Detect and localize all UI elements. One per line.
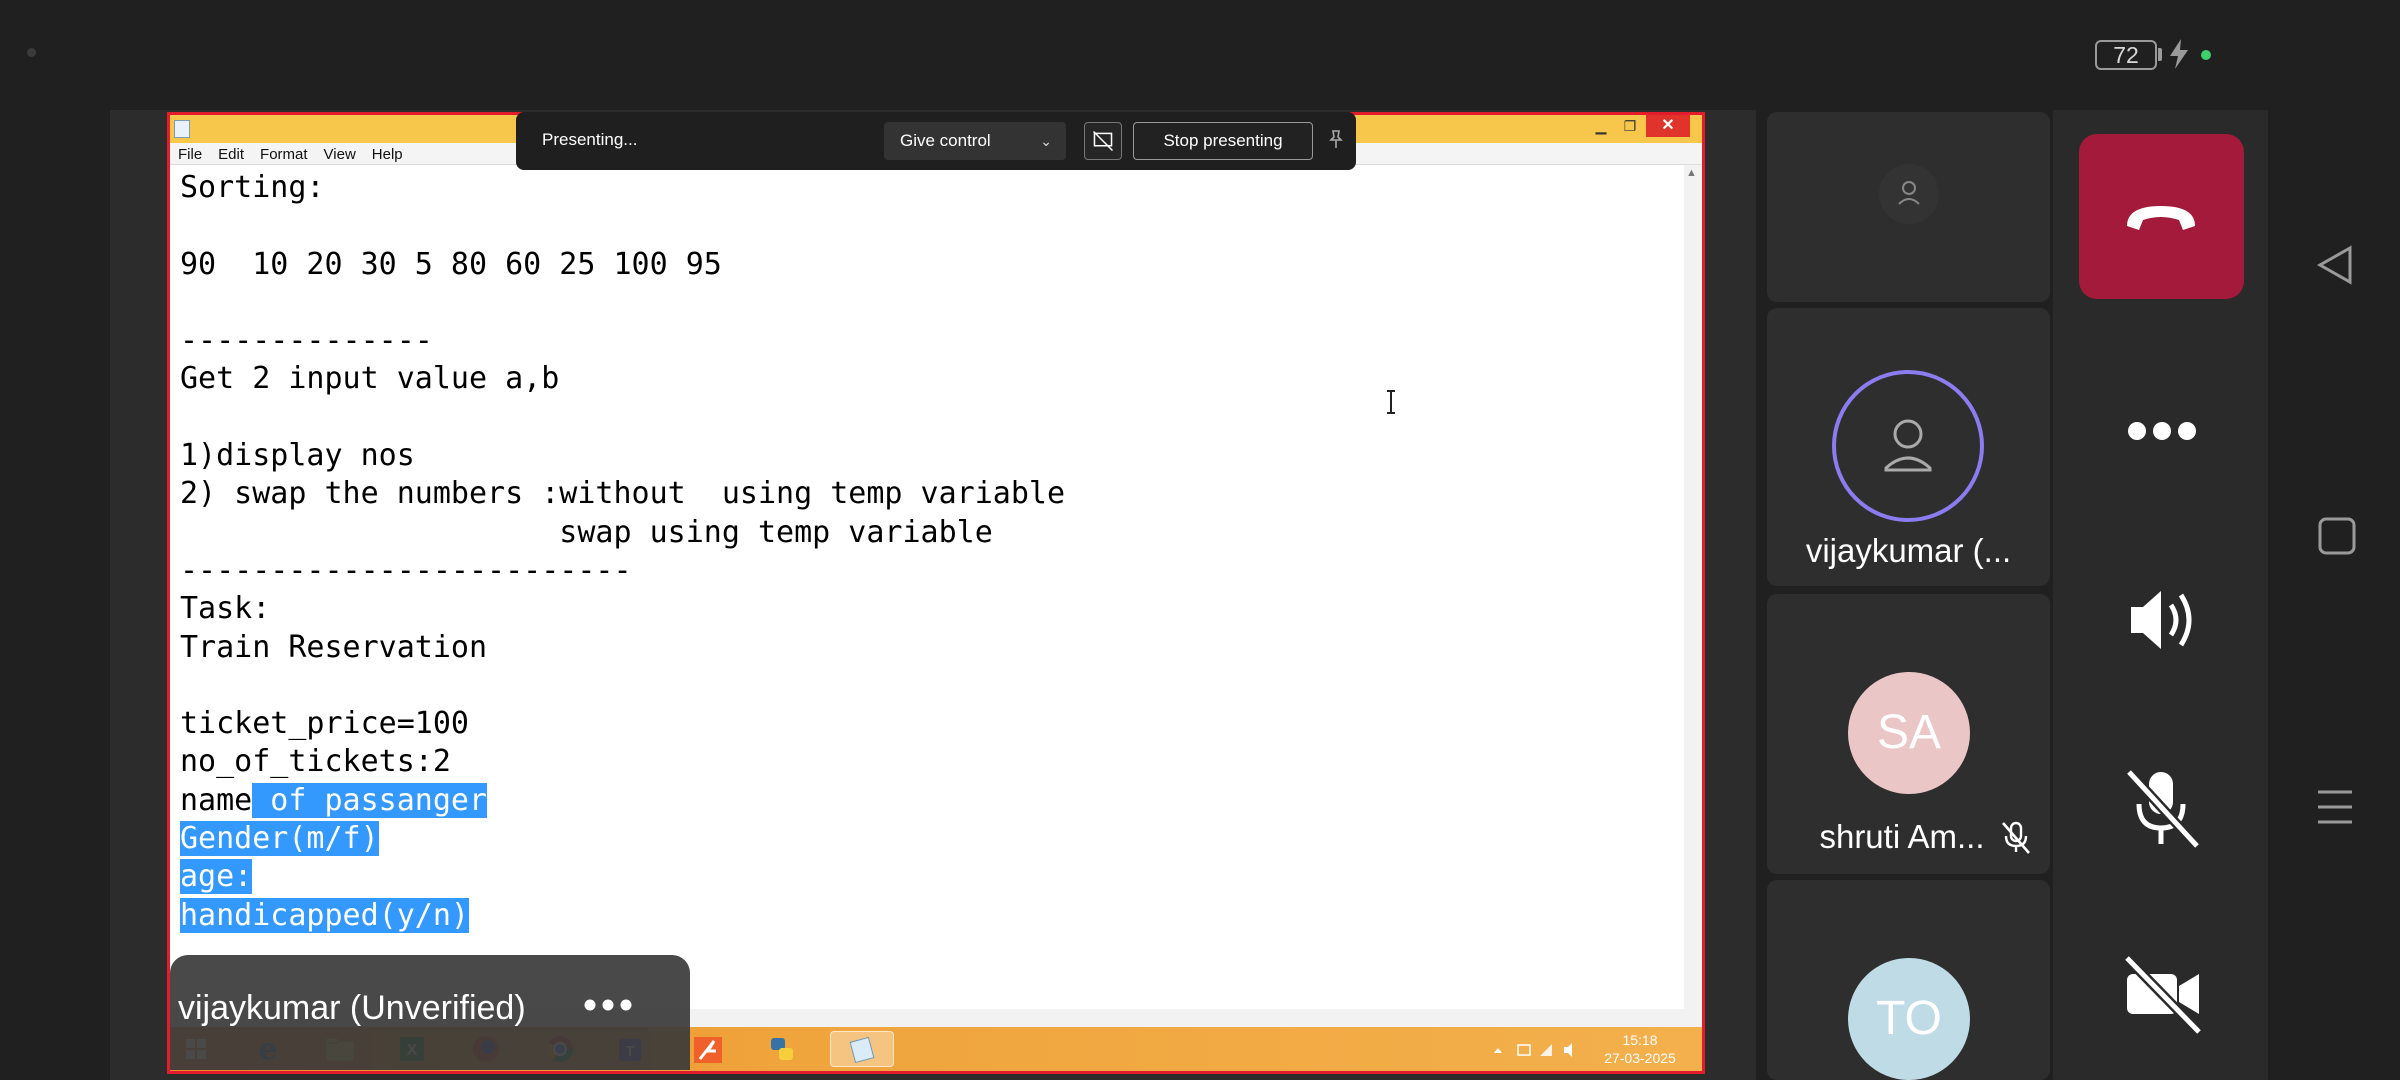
avatar bbox=[1879, 164, 1939, 224]
text-line bbox=[180, 284, 1660, 322]
python-icon[interactable] bbox=[762, 1031, 802, 1067]
text-cursor-icon bbox=[1387, 390, 1395, 414]
nav-back-icon[interactable] bbox=[2300, 240, 2370, 290]
camera-off-icon[interactable] bbox=[2079, 910, 2244, 1075]
pin-toolbar-icon[interactable] bbox=[1324, 128, 1348, 152]
menu-format[interactable]: Format bbox=[252, 143, 316, 165]
text-line bbox=[180, 207, 1660, 245]
nav-recents-icon[interactable] bbox=[2300, 782, 2370, 832]
initials-avatar: TO bbox=[1848, 958, 1970, 1080]
tray-icons[interactable] bbox=[1490, 1042, 1590, 1058]
menu-file[interactable]: File bbox=[170, 143, 210, 165]
text-line: 2) swap the numbers :without using temp … bbox=[180, 476, 1066, 512]
text-line bbox=[180, 667, 1660, 705]
battery-indicator: 72 bbox=[2095, 40, 2157, 70]
text-plain: name bbox=[180, 782, 253, 818]
taskbar-time[interactable]: 15:18 bbox=[1605, 1032, 1675, 1048]
end-call-button[interactable] bbox=[2079, 134, 2244, 299]
more-options-icon[interactable] bbox=[580, 995, 640, 1015]
text-line: Task: bbox=[180, 591, 271, 627]
scroll-up-icon[interactable]: ▲ bbox=[1686, 167, 1697, 179]
nav-home-icon[interactable] bbox=[2300, 512, 2370, 562]
text-line: 1)display nos bbox=[180, 438, 415, 474]
text-line: age: bbox=[180, 858, 1660, 896]
text-line: name of passanger bbox=[180, 782, 1660, 820]
text-selected: Gender(m/f) bbox=[180, 821, 379, 857]
chevron-down-icon: ⌄ bbox=[1040, 133, 1052, 149]
notepad-taskbar-icon[interactable] bbox=[830, 1031, 894, 1067]
screen: 72 ▁ ❐ ✕ File Edit Format View Help Sorting:… bbox=[0, 0, 2400, 1080]
stop-presenting-button[interactable]: Stop presenting bbox=[1133, 122, 1313, 160]
person-icon bbox=[1884, 419, 1932, 472]
participant-name: vijaykumar (... bbox=[1805, 532, 2012, 569]
text-line: Get 2 input value a,b bbox=[180, 361, 560, 397]
mute-microphone-icon[interactable] bbox=[2079, 724, 2244, 889]
text-selected: of passanger bbox=[252, 782, 488, 818]
speaker-icon[interactable] bbox=[2079, 537, 2244, 702]
taskbar-date[interactable]: 27-03-2025 bbox=[1595, 1050, 1685, 1066]
participant-tile-4[interactable]: TO bbox=[1767, 880, 2050, 1080]
participant-tile-2[interactable]: vijaykumar (... bbox=[1767, 308, 2050, 586]
text-line: Gender(m/f) bbox=[180, 820, 1660, 858]
menu-view[interactable]: View bbox=[316, 143, 364, 165]
notepad-window: ▁ ❐ ✕ File Edit Format View Help Sorting: 90 … bbox=[167, 112, 1705, 1074]
system-tray: 15:18 27-03-2025 bbox=[1490, 1032, 1676, 1066]
text-line: ticket_price=100 bbox=[180, 706, 469, 742]
participant-tile-1[interactable] bbox=[1767, 112, 2050, 302]
speaking-avatar bbox=[1832, 370, 1984, 522]
participant-tile-3[interactable]: SA shruti Am... bbox=[1767, 594, 2050, 874]
text-line: swap using temp variable bbox=[180, 514, 993, 550]
call-controls bbox=[2053, 110, 2268, 1080]
menu-help[interactable]: Help bbox=[364, 143, 411, 165]
text-line: handicapped(y/n) bbox=[180, 897, 1660, 935]
give-control-label: Give control bbox=[900, 131, 991, 150]
give-control-dropdown[interactable]: Give control ⌄ bbox=[884, 122, 1066, 160]
person-icon bbox=[1898, 181, 1920, 205]
status-dot bbox=[27, 48, 36, 57]
hang-up-icon bbox=[2127, 206, 2195, 230]
charging-bolt-icon bbox=[2170, 39, 2188, 69]
text-line: -------------- bbox=[180, 323, 433, 359]
text-selected: handicapped(y/n) bbox=[180, 897, 469, 933]
notepad-text-area[interactable]: Sorting: 90 10 20 30 5 80 60 25 100 95 ---… bbox=[180, 169, 1660, 1029]
more-actions-icon[interactable] bbox=[2079, 349, 2244, 514]
camera-in-use-dot bbox=[2201, 50, 2211, 60]
text-line: Train Reservation bbox=[180, 629, 488, 665]
presenting-status: Presenting... bbox=[542, 130, 638, 149]
text-line bbox=[180, 399, 1660, 437]
menu-edit[interactable]: Edit bbox=[210, 143, 252, 165]
muted-mic-icon bbox=[2002, 821, 2030, 854]
initials-avatar: SA bbox=[1848, 672, 1970, 794]
text-line: 90 10 20 30 5 80 60 25 100 95 bbox=[180, 246, 722, 282]
participant-name: shruti Am... bbox=[1819, 818, 1985, 855]
stop-screen-share-icon[interactable] bbox=[1084, 122, 1122, 160]
minimize-icon[interactable]: ▁ bbox=[1588, 115, 1614, 139]
text-line: no_of_tickets:2 bbox=[180, 744, 451, 780]
text-line: ------------------------- bbox=[180, 552, 632, 588]
text-selected: age: bbox=[180, 859, 253, 895]
vertical-scrollbar[interactable]: ▲ ▼ bbox=[1684, 165, 1702, 1045]
restore-icon[interactable]: ❐ bbox=[1616, 115, 1644, 139]
app-orange-icon[interactable] bbox=[688, 1031, 728, 1067]
close-window-button[interactable]: ✕ bbox=[1646, 115, 1690, 137]
presenting-toolbar: Presenting... Give control ⌄ Stop presen… bbox=[516, 112, 1356, 170]
presenter-name: vijaykumar (Unverified) bbox=[178, 989, 526, 1027]
notepad-app-icon bbox=[174, 120, 190, 138]
battery-tip bbox=[2158, 48, 2162, 61]
presenter-name-overlay[interactable]: vijaykumar (Unverified) bbox=[170, 955, 690, 1070]
text-line: Sorting: bbox=[180, 170, 325, 205]
